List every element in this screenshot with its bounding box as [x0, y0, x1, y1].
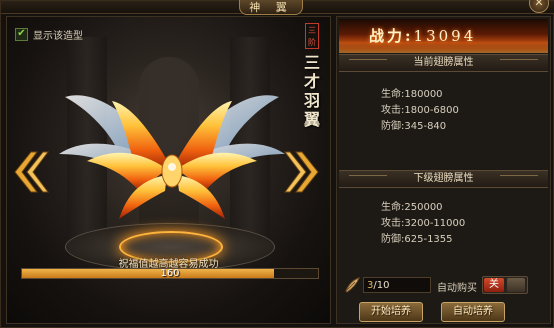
- next-defense: 防御:625-1355: [381, 234, 453, 245]
- title-plate: 神 翼: [239, 0, 303, 15]
- close-button[interactable]: ✕: [529, 0, 549, 13]
- current-hp: 生命:180000: [381, 89, 443, 100]
- show-model-toggle[interactable]: ✔ 显示该造型: [15, 27, 83, 42]
- current-wing-header: 当前翅膀属性: [339, 54, 548, 72]
- material-row: 3/10 自动购买 关: [343, 275, 546, 297]
- blessing-progress-bar: 160: [21, 268, 319, 279]
- combat-power-banner: 战力:13094: [339, 19, 548, 53]
- auto-buy-label: 自动购买: [437, 283, 477, 294]
- wing-name-char: 三: [303, 53, 320, 72]
- next-wing-arrow-icon[interactable]: [284, 149, 322, 195]
- progress-value: 160: [160, 268, 180, 279]
- tier-seal: 三阶: [305, 23, 319, 49]
- current-defense: 防御:345-840: [381, 121, 447, 132]
- wing-name-char: 翼: [303, 110, 320, 129]
- auto-buy-state: 关: [484, 278, 504, 292]
- auto-buy-toggle[interactable]: 关: [482, 276, 528, 294]
- combat-power: 战力:13094: [369, 25, 476, 46]
- wing-window: 神 翼 ✕ ✔ 显示该造型 三阶 三 才 羽 翼 祝福值越高越容易成功 160 …: [0, 0, 554, 328]
- combat-power-label: 战力:: [369, 27, 414, 45]
- wing-name-vertical: 三阶 三 才 羽 翼: [298, 23, 326, 129]
- checkbox-checked-icon[interactable]: ✔: [15, 28, 28, 41]
- next-hp: 生命:250000: [381, 202, 443, 213]
- current-attack: 攻击:1800-6800: [381, 105, 459, 116]
- start-train-button[interactable]: 开始培养: [359, 302, 423, 322]
- wing-showcase: ✔ 显示该造型 三阶 三 才 羽 翼 祝福值越高越容易成功 160: [6, 16, 331, 324]
- combat-power-value: 13094: [413, 27, 477, 45]
- attribute-panel: 战力:13094 当前翅膀属性 生命:180000 攻击:1800-6800 防…: [336, 16, 551, 324]
- wings-model: [59, 95, 285, 219]
- window-title: 神 翼: [249, 1, 293, 14]
- wing-name-char: 才: [303, 72, 320, 91]
- next-wing-stats: 生命:250000 攻击:3200-11000 防御:625-1355: [381, 200, 465, 248]
- prev-wing-arrow-icon[interactable]: [11, 149, 49, 195]
- feather-material-icon: [345, 277, 360, 293]
- wing-name-char: 羽: [303, 91, 320, 110]
- next-attack: 攻击:3200-11000: [381, 218, 466, 229]
- next-wing-header: 下级翅膀属性: [339, 170, 548, 188]
- title-bar: 神 翼 ✕: [1, 0, 554, 15]
- current-wing-stats: 生命:180000 攻击:1800-6800 防御:345-840: [381, 87, 459, 135]
- toggle-knob[interactable]: [507, 278, 525, 292]
- material-count: 3/10: [363, 277, 431, 293]
- material-total: /10: [373, 280, 390, 291]
- auto-train-button[interactable]: 自动培养: [441, 302, 505, 322]
- show-model-label: 显示该造型: [33, 31, 83, 42]
